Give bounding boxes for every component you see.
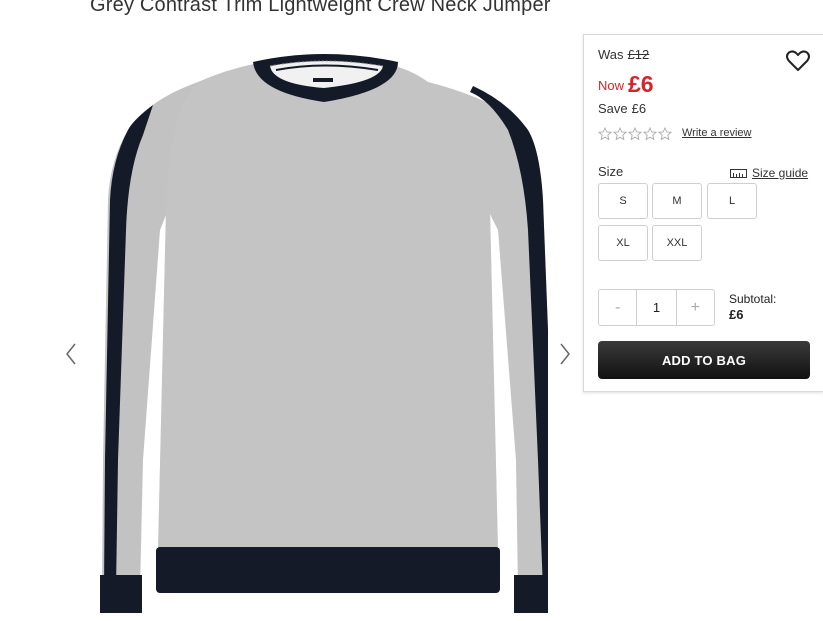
now-price: £6: [628, 71, 654, 97]
ruler-icon: [730, 168, 747, 178]
purchase-panel: Was £12 Now £6 Save £6 Write a review Size …: [583, 34, 823, 392]
was-label: Was: [598, 47, 624, 62]
wishlist-button[interactable]: [784, 47, 812, 75]
save-label: Save: [598, 101, 628, 116]
rating-stars[interactable]: [598, 127, 672, 141]
subtotal: Subtotal: £6: [729, 291, 776, 323]
quantity-stepper: - 1 +: [598, 289, 715, 326]
quantity-field[interactable]: 1: [636, 290, 677, 325]
size-guide-label: Size guide: [752, 166, 809, 180]
product-title: Grey Contrast Trim Lightweight Crew Neck…: [90, 0, 551, 16]
size-option-s[interactable]: S: [598, 183, 648, 219]
size-option-xxl[interactable]: XXL: [652, 225, 702, 261]
star-outline-icon: [613, 127, 627, 141]
chevron-right-icon: [560, 343, 570, 365]
chevron-left-icon: [66, 343, 76, 365]
quantity-increase-button[interactable]: +: [677, 290, 714, 325]
star-outline-icon: [628, 127, 642, 141]
product-image: [100, 54, 548, 613]
size-option-xl[interactable]: XL: [598, 225, 648, 261]
star-outline-icon: [598, 127, 612, 141]
star-outline-icon: [643, 127, 657, 141]
heart-icon: [786, 50, 810, 71]
save-amount: £6: [631, 101, 647, 116]
add-to-bag-button[interactable]: ADD TO BAG: [598, 341, 810, 379]
write-review-link[interactable]: Write a review: [682, 127, 751, 139]
size-label: Size: [598, 164, 624, 179]
size-guide-link[interactable]: Size guide: [730, 166, 808, 180]
now-label: Now: [598, 78, 625, 93]
quantity-decrease-button[interactable]: -: [599, 290, 636, 325]
was-price-row: Was £12: [598, 47, 649, 62]
size-option-m[interactable]: M: [652, 183, 702, 219]
now-price-row: Now £6: [598, 69, 654, 97]
product-gallery: [60, 30, 580, 621]
size-option-l[interactable]: L: [707, 183, 757, 219]
prev-image-button[interactable]: [62, 340, 80, 368]
save-row: Save £6: [598, 101, 646, 116]
star-outline-icon: [658, 127, 672, 141]
subtotal-label: Subtotal:: [729, 292, 777, 306]
subtotal-value: £6: [729, 307, 744, 322]
was-price: £12: [627, 47, 650, 62]
next-image-button[interactable]: [556, 340, 574, 368]
